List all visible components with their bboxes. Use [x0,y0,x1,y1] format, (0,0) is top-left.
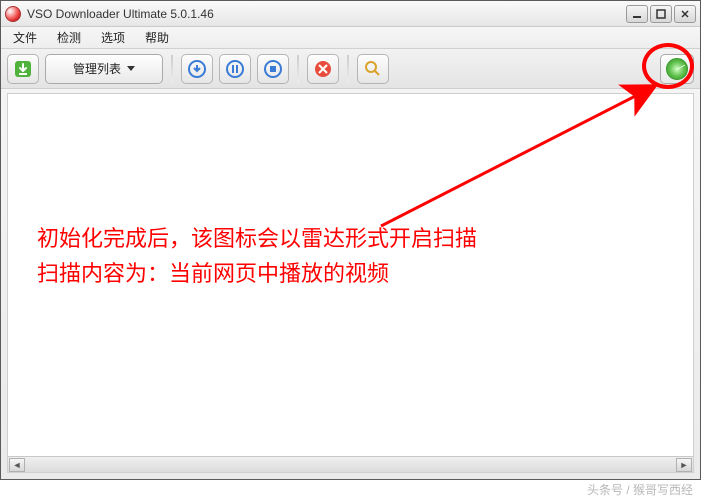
scroll-left-arrow[interactable]: ◄ [9,458,25,472]
menu-help[interactable]: 帮助 [137,27,177,48]
maximize-button[interactable] [650,5,672,23]
delete-button[interactable] [307,54,339,84]
pause-button[interactable] [219,54,251,84]
window-title: VSO Downloader Ultimate 5.0.1.46 [27,7,626,21]
delete-icon [313,59,333,79]
menu-file[interactable]: 文件 [5,27,45,48]
download-add-icon [13,59,33,79]
annotation-line1: 初始化完成后，该图标会以雷达形式开启扫描 [37,226,477,251]
menubar: 文件 检测 选项 帮助 [1,27,700,49]
manage-list-label: 管理列表 [73,60,121,77]
minimize-button[interactable] [626,5,648,23]
app-icon [5,6,21,22]
chevron-down-icon [127,66,135,71]
window-controls [626,5,696,23]
close-icon [680,9,690,19]
radar-scan-button[interactable] [660,54,694,84]
search-button[interactable] [357,54,389,84]
radar-icon [666,58,688,80]
manage-list-button[interactable]: 管理列表 [45,54,163,84]
annotation-line2: 扫描内容为：当前网页中播放的视频 [37,261,389,286]
minimize-icon [632,9,642,19]
menu-detect[interactable]: 检测 [49,27,89,48]
add-download-button[interactable] [7,54,39,84]
start-download-icon [187,59,207,79]
toolbar-separator [347,55,349,83]
scroll-right-arrow[interactable]: ► [676,458,692,472]
watermark: 头条号 / 猴哥写西经 [587,481,693,498]
toolbar-separator [297,55,299,83]
pause-icon [225,59,245,79]
menu-options[interactable]: 选项 [93,27,133,48]
stop-button[interactable] [257,54,289,84]
search-icon [363,59,383,79]
toolbar: 管理列表 [1,49,700,89]
horizontal-scrollbar[interactable]: ◄ ► [8,456,693,472]
close-button[interactable] [674,5,696,23]
annotation-text: 初始化完成后，该图标会以雷达形式开启扫描 扫描内容为：当前网页中播放的视频 [37,221,477,291]
scroll-track[interactable] [26,458,675,472]
stop-icon [263,59,283,79]
app-window: VSO Downloader Ultimate 5.0.1.46 文件 检测 选… [0,0,701,480]
toolbar-separator [171,55,173,83]
titlebar: VSO Downloader Ultimate 5.0.1.46 [1,1,700,27]
maximize-icon [656,9,666,19]
start-button[interactable] [181,54,213,84]
